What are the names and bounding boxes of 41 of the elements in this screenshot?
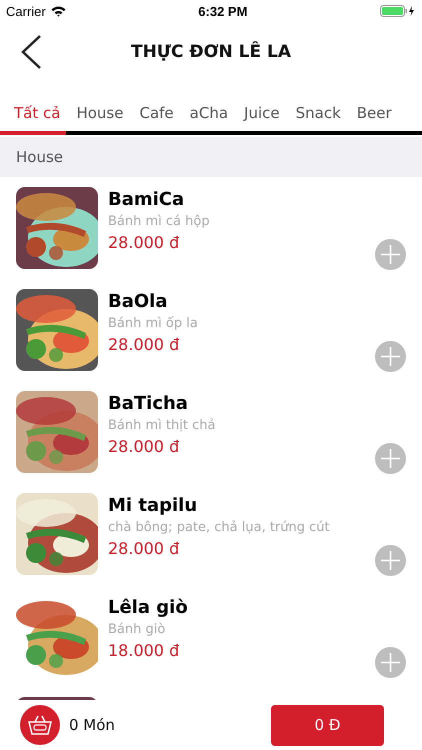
add-button[interactable]: [375, 545, 406, 576]
add-button[interactable]: [375, 647, 406, 678]
item-name: BaOla: [108, 291, 168, 312]
item-description: Bánh giò: [108, 622, 166, 637]
basket-icon[interactable]: [20, 705, 60, 745]
item-name: Mi tapilu: [108, 495, 198, 516]
category-tab[interactable]: aCha: [182, 104, 236, 130]
plus-icon: [380, 550, 401, 571]
category-tab[interactable]: Snack: [288, 104, 349, 130]
battery-icon: [380, 5, 416, 17]
plus-icon: [380, 346, 401, 367]
item-price: 18.000 đ: [108, 641, 180, 660]
category-tab[interactable]: Beer: [348, 104, 400, 130]
item-name: BamiCa: [108, 189, 186, 210]
item-name: Lêla giò: [108, 597, 188, 618]
category-tab[interactable]: House: [68, 104, 132, 130]
add-button[interactable]: [375, 341, 406, 372]
section-header: House: [16, 148, 64, 166]
item-name: BaTicha: [108, 393, 189, 414]
category-tab[interactable]: Tất cả: [6, 104, 68, 130]
item-price: 28.000 đ: [108, 539, 180, 558]
cart-count: 0 Món: [69, 716, 116, 734]
item-description: chà bông; pate, chả lụa, trứng cút: [108, 520, 330, 535]
category-tab[interactable]: Cafe: [131, 104, 182, 130]
add-button[interactable]: [375, 443, 406, 474]
item-description: Bánh mì ốp la: [108, 316, 198, 331]
item-price: 28.000 đ: [108, 335, 180, 354]
item-price: 28.000 đ: [108, 437, 180, 456]
carrier-label: Carrier: [6, 4, 46, 18]
cart-total-button[interactable]: 0 Đ: [271, 704, 384, 746]
item-description: Bánh mì cá hộp: [108, 214, 210, 229]
page-title: THỰC ĐƠN LÊ LA: [130, 42, 291, 62]
category-tab[interactable]: Juice: [236, 104, 288, 130]
plus-icon: [380, 652, 401, 673]
wifi-icon: [50, 6, 66, 16]
plus-icon: [380, 244, 401, 265]
plus-icon: [380, 448, 401, 469]
status-time: 6:32 PM: [198, 4, 248, 18]
item-price: 28.000 đ: [108, 233, 180, 252]
add-button[interactable]: [375, 239, 406, 270]
item-description: Bánh mì thịt chả: [108, 418, 216, 433]
